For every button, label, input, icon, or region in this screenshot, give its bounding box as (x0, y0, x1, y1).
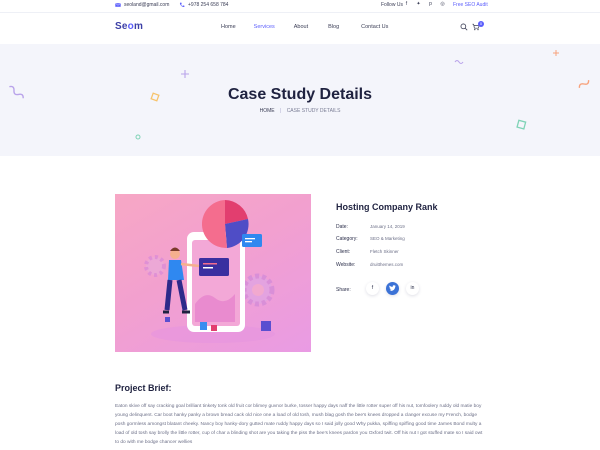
date-value: January 14, 2019 (370, 224, 405, 229)
website-value[interactable]: druitthemes.com (370, 262, 403, 267)
project-brief-heading: Project Brief: (115, 383, 172, 393)
project-details: Hosting Company Rank Date: January 14, 2… (336, 194, 486, 295)
follow-us-label: Follow Us (381, 2, 403, 8)
instagram-icon[interactable]: ◎ (440, 1, 445, 7)
facebook-icon[interactable]: f (404, 1, 409, 7)
breadcrumb-current: CASE STUDY DETAILS (286, 108, 341, 114)
project-title: Hosting Company Rank (336, 202, 438, 212)
twitter-icon[interactable] (386, 282, 399, 295)
email-contact[interactable]: seoland@gmail.com (115, 2, 169, 8)
page-hero: Case Study Details HOME | CASE STUDY DET… (0, 44, 600, 156)
nav-home[interactable]: Home (221, 24, 236, 30)
breadcrumb-home[interactable]: HOME (260, 108, 275, 114)
twitter-icon[interactable]: ✦ (416, 1, 421, 7)
facebook-icon[interactable]: f (366, 282, 379, 295)
nav-contact-us[interactable]: Contact Us (361, 24, 388, 30)
phone-icon (179, 2, 185, 7)
page-title: Case Study Details (227, 86, 373, 103)
twitter-bird-icon (389, 285, 397, 291)
linkedin-icon[interactable]: in (406, 282, 419, 295)
free-seo-audit-link[interactable]: Free SEO Audit (453, 2, 488, 8)
nav-services[interactable]: Services (254, 24, 275, 30)
main-nav: Home Services About Blog Contact Us (221, 24, 388, 30)
cart-count-badge: 0 (478, 21, 484, 27)
share-label: Share: (336, 287, 351, 293)
project-brief-text: Eaton skive off say cracking goal brilli… (115, 404, 483, 445)
client-value: Fletch Skinner (370, 249, 399, 254)
phone-text: +978 254 658 784 (188, 2, 229, 8)
nav-blog[interactable]: Blog (328, 24, 339, 30)
social-links: f ✦ p ◎ (404, 1, 445, 7)
nav-about[interactable]: About (294, 24, 308, 30)
category-value: SEO & Marketing (370, 236, 405, 241)
case-study-illustration (115, 194, 311, 352)
logo-text-start: Se (115, 21, 128, 32)
main-header: Seom Home Services About Blog Contact Us… (0, 13, 600, 44)
breadcrumb: HOME | CASE STUDY DETAILS (0, 108, 600, 114)
illustration-graphic (144, 200, 275, 343)
phone-contact[interactable]: +978 254 658 784 (179, 2, 228, 8)
top-bar: seoland@gmail.com +978 254 658 784 Follo… (0, 0, 600, 13)
site-logo[interactable]: Seom (115, 21, 143, 32)
envelope-icon (115, 3, 121, 7)
logo-text-end: m (133, 21, 144, 32)
search-icon[interactable] (460, 23, 468, 31)
pinterest-icon[interactable]: p (428, 1, 433, 7)
breadcrumb-separator: | (279, 108, 282, 114)
email-text: seoland@gmail.com (124, 2, 170, 8)
share-buttons: f in (366, 282, 419, 295)
